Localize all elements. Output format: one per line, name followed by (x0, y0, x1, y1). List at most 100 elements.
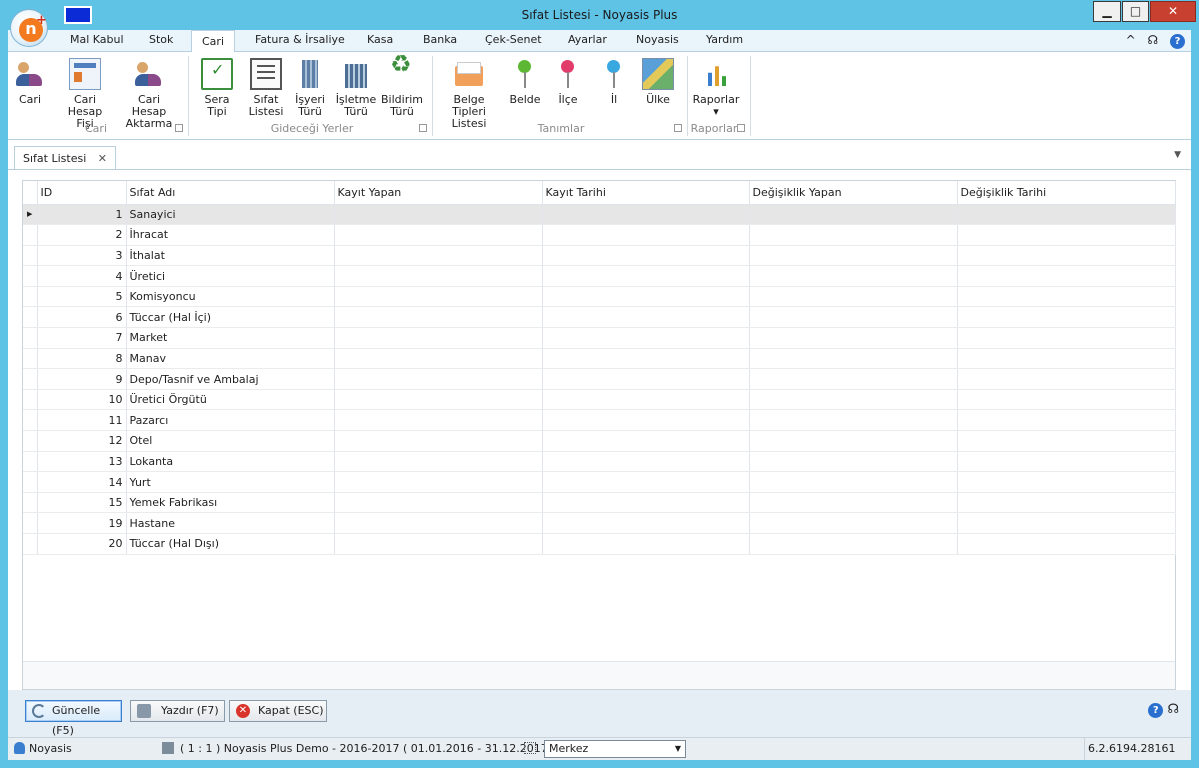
cell-id[interactable]: 14 (37, 471, 127, 493)
column-header-degisiklik-tarihi[interactable]: Değişiklik Tarihi (957, 181, 1176, 205)
table-row[interactable]: 11 Pazarcı (23, 409, 1176, 432)
cell-sifat-adi[interactable]: Depo/Tasnif ve Ambalaj (126, 368, 335, 390)
cell-degisiklik-yapan[interactable] (749, 224, 958, 246)
ribbon-button-cari[interactable]: Cari (14, 58, 46, 106)
cell-degisiklik-yapan[interactable] (749, 512, 958, 534)
branch-select[interactable]: Merkez ▼ (544, 740, 686, 758)
cell-id[interactable]: 19 (37, 512, 127, 534)
row-indicator[interactable]: ▶ (23, 204, 38, 226)
ribbon-button-raporlar[interactable]: Raporlar ▾ (692, 58, 740, 118)
table-row[interactable]: 20 Tüccar (Hal Dışı) (23, 533, 1176, 555)
tab-menu-icon[interactable]: ▼ (1174, 150, 1181, 160)
tab-cek-senet[interactable]: Çek-Senet (485, 33, 542, 46)
ribbon-button-belde[interactable]: Belde (508, 58, 542, 106)
headset-icon[interactable]: ☊ (1148, 33, 1159, 47)
row-indicator[interactable] (23, 451, 38, 473)
row-indicator[interactable] (23, 348, 38, 370)
cell-degisiklik-tarihi[interactable] (957, 348, 1176, 370)
cell-degisiklik-tarihi[interactable] (957, 492, 1176, 514)
cell-id[interactable]: 13 (37, 451, 127, 473)
cell-id[interactable]: 6 (37, 306, 127, 329)
cell-kayit-tarihi[interactable] (542, 327, 750, 349)
column-header-kayit-yapan[interactable]: Kayıt Yapan (334, 181, 543, 205)
cell-kayit-tarihi[interactable] (542, 348, 750, 370)
help-icon[interactable]: ? (1170, 34, 1185, 49)
tab-mal-kabul[interactable]: Mal Kabul (70, 33, 124, 46)
cell-id[interactable]: 12 (37, 430, 127, 452)
cell-kayit-tarihi[interactable] (542, 204, 750, 226)
row-indicator[interactable] (23, 492, 38, 514)
cell-degisiklik-yapan[interactable] (749, 492, 958, 514)
group-launcher-raporlar[interactable] (737, 124, 745, 132)
row-indicator[interactable] (23, 286, 38, 308)
cell-degisiklik-tarihi[interactable] (957, 265, 1176, 287)
cell-degisiklik-yapan[interactable] (749, 327, 958, 349)
cell-degisiklik-tarihi[interactable] (957, 430, 1176, 452)
cell-degisiklik-yapan[interactable] (749, 348, 958, 370)
cell-kayit-yapan[interactable] (334, 265, 543, 287)
row-indicator[interactable] (23, 327, 38, 349)
tab-yardim[interactable]: Yardım (706, 33, 743, 46)
table-row[interactable]: 9 Depo/Tasnif ve Ambalaj (23, 368, 1176, 390)
cell-kayit-tarihi[interactable] (542, 286, 750, 308)
cell-degisiklik-tarihi[interactable] (957, 286, 1176, 308)
row-indicator[interactable] (23, 533, 38, 555)
cell-sifat-adi[interactable]: Tüccar (Hal Dışı) (126, 533, 335, 555)
cell-degisiklik-yapan[interactable] (749, 533, 958, 555)
cell-sifat-adi[interactable]: Market (126, 327, 335, 349)
cell-id[interactable]: 15 (37, 492, 127, 514)
table-row[interactable]: 12 Otel (23, 430, 1176, 452)
cell-id[interactable]: 10 (37, 389, 127, 411)
headset-icon[interactable]: ☊ (1167, 702, 1179, 717)
cell-sifat-adi[interactable]: Komisyoncu (126, 286, 335, 308)
cell-kayit-tarihi[interactable] (542, 492, 750, 514)
cell-sifat-adi[interactable]: Lokanta (126, 451, 335, 473)
row-indicator[interactable] (23, 245, 38, 267)
data-grid[interactable]: ID Sıfat Adı Kayıt Yapan Kayıt Tarihi De… (22, 180, 1176, 690)
help-icon[interactable]: ? (1148, 703, 1164, 718)
cell-sifat-adi[interactable]: İthalat (126, 245, 335, 267)
chevron-up-icon[interactable]: ^ (1126, 33, 1136, 47)
ribbon-button-bildirim-turu[interactable]: Bildirim Türü (380, 58, 424, 118)
cell-id[interactable]: 7 (37, 327, 127, 349)
cell-kayit-yapan[interactable] (334, 224, 543, 246)
cell-id[interactable]: 20 (37, 533, 127, 555)
cell-kayit-tarihi[interactable] (542, 224, 750, 246)
cell-kayit-tarihi[interactable] (542, 389, 750, 411)
cell-sifat-adi[interactable]: Manav (126, 348, 335, 370)
cell-sifat-adi[interactable]: Hastane (126, 512, 335, 534)
ribbon-button-ulke[interactable]: Ülke (642, 58, 674, 106)
table-row[interactable]: 5 Komisyoncu (23, 286, 1176, 308)
cell-sifat-adi[interactable]: Üretici Örgütü (126, 389, 335, 411)
cell-degisiklik-yapan[interactable] (749, 409, 958, 432)
cell-degisiklik-tarihi[interactable] (957, 409, 1176, 432)
close-icon[interactable]: ✕ (98, 152, 107, 165)
tab-ayarlar[interactable]: Ayarlar (568, 33, 607, 46)
cell-kayit-yapan[interactable] (334, 286, 543, 308)
table-row[interactable]: 6 Tüccar (Hal İçi) (23, 306, 1176, 329)
cell-sifat-adi[interactable]: Otel (126, 430, 335, 452)
cell-kayit-yapan[interactable] (334, 306, 543, 329)
row-indicator[interactable] (23, 224, 38, 246)
table-row[interactable]: 10 Üretici Örgütü (23, 389, 1176, 411)
cell-kayit-yapan[interactable] (334, 451, 543, 473)
cell-kayit-tarihi[interactable] (542, 245, 750, 267)
table-row[interactable]: 4 Üretici (23, 265, 1176, 287)
cell-kayit-yapan[interactable] (334, 389, 543, 411)
cell-degisiklik-tarihi[interactable] (957, 389, 1176, 411)
ribbon-button-sera-tipi[interactable]: Sera Tipi (194, 58, 240, 118)
cell-degisiklik-tarihi[interactable] (957, 451, 1176, 473)
cell-degisiklik-tarihi[interactable] (957, 368, 1176, 390)
cell-degisiklik-tarihi[interactable] (957, 306, 1176, 329)
table-row[interactable]: 13 Lokanta (23, 451, 1176, 473)
cell-kayit-tarihi[interactable] (542, 430, 750, 452)
cell-kayit-tarihi[interactable] (542, 306, 750, 329)
table-row[interactable]: 3 İthalat (23, 245, 1176, 267)
cell-degisiklik-tarihi[interactable] (957, 512, 1176, 534)
table-row[interactable]: 7 Market (23, 327, 1176, 349)
cell-degisiklik-yapan[interactable] (749, 389, 958, 411)
cell-id[interactable]: 8 (37, 348, 127, 370)
app-logo[interactable]: n + (10, 9, 48, 47)
cell-kayit-yapan[interactable] (334, 327, 543, 349)
refresh-button[interactable]: Güncelle (F5) (25, 700, 122, 737)
